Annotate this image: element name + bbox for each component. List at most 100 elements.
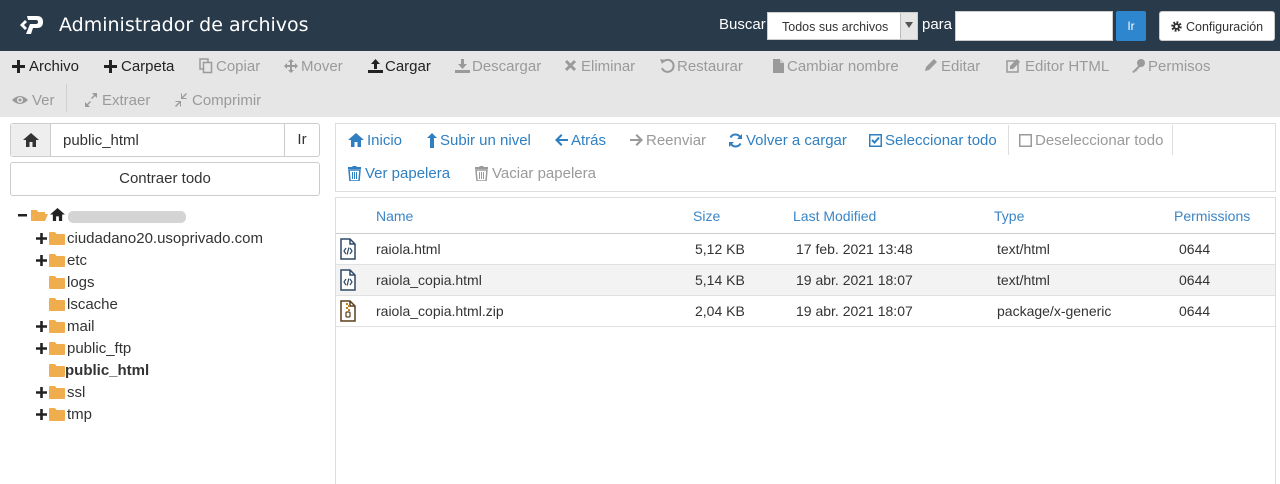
eye-icon bbox=[12, 96, 28, 104]
app-header: Administrador de archivos Buscar Todos s… bbox=[0, 0, 1280, 51]
cpanel-logo[interactable] bbox=[17, 13, 51, 37]
tree-item-ssl[interactable]: ssl bbox=[0, 382, 320, 402]
expand-icon bbox=[85, 93, 97, 107]
settings-label: Configuración bbox=[1186, 20, 1264, 34]
para-label: para bbox=[922, 16, 953, 33]
table-row[interactable]: raiola_copia.html 5,14 KB 19 abr. 2021 18:… bbox=[336, 265, 1275, 296]
level-up-icon bbox=[427, 133, 437, 148]
column-header-permissions[interactable]: Permissions bbox=[1174, 208, 1250, 224]
html-file-icon bbox=[340, 269, 356, 291]
column-header-type[interactable]: Type bbox=[994, 208, 1024, 224]
new-folder-label: Carpeta bbox=[121, 58, 175, 75]
column-header-name[interactable]: Name bbox=[376, 208, 413, 224]
nav-divider bbox=[1008, 125, 1009, 155]
tree-item-label: ssl bbox=[67, 384, 86, 401]
trash-icon bbox=[348, 166, 361, 181]
column-header-last-modified[interactable]: Last Modified bbox=[793, 208, 876, 224]
file-permissions: 0644 bbox=[1179, 241, 1211, 257]
plus-icon bbox=[12, 60, 25, 73]
back-label: Atrás bbox=[571, 132, 607, 149]
folder-icon bbox=[49, 298, 65, 311]
folder-icon bbox=[49, 276, 65, 289]
folder-icon bbox=[49, 408, 65, 421]
view-label: Ver bbox=[32, 92, 55, 109]
arrow-left-icon bbox=[555, 134, 568, 146]
file-type: text/html bbox=[997, 241, 1050, 257]
folder-icon bbox=[49, 254, 65, 267]
table-row[interactable]: raiola.html 5,12 KB 17 feb. 2021 13:48 text… bbox=[336, 234, 1275, 265]
tree-item-mail[interactable]: mail bbox=[0, 316, 320, 336]
tree-item-tmp[interactable]: tmp bbox=[0, 404, 320, 424]
search-go-button[interactable]: Ir bbox=[1116, 11, 1146, 41]
forward-label: Reenviar bbox=[646, 132, 707, 149]
undo-icon bbox=[660, 58, 675, 73]
search-scope-select[interactable]: Todos sus archivos bbox=[767, 12, 918, 40]
nav-divider bbox=[1172, 125, 1173, 155]
copy-icon bbox=[199, 58, 213, 74]
expand-plus-icon[interactable] bbox=[36, 343, 47, 354]
close-icon bbox=[564, 59, 577, 72]
plus-icon bbox=[104, 60, 117, 73]
column-header-size[interactable]: Size bbox=[693, 208, 720, 224]
tree-item-ciudadano20-usoprivado-com[interactable]: ciudadano20.usoprivado.com bbox=[0, 228, 320, 248]
html-file-icon bbox=[340, 238, 356, 260]
expand-plus-icon[interactable] bbox=[36, 233, 47, 244]
empty-trash-label: Vaciar papelera bbox=[492, 165, 596, 182]
key-icon bbox=[1132, 59, 1145, 73]
home-button[interactable] bbox=[11, 124, 51, 156]
search-label: Buscar bbox=[719, 16, 766, 33]
download-label: Descargar bbox=[472, 58, 542, 75]
search-input[interactable] bbox=[955, 11, 1113, 41]
deselect-all-label: Deseleccionar todo bbox=[1035, 132, 1164, 149]
delete-label: Eliminar bbox=[581, 58, 636, 75]
path-bar: public_html Ir bbox=[10, 123, 320, 157]
redacted-username bbox=[68, 211, 186, 223]
zip-file-icon bbox=[340, 300, 356, 322]
move-arrows-icon bbox=[284, 59, 298, 73]
compress-label: Comprimir bbox=[192, 92, 262, 109]
settings-button[interactable]: Configuración bbox=[1159, 11, 1275, 41]
pencil-icon bbox=[925, 59, 937, 71]
tree-item-logs[interactable]: logs bbox=[0, 272, 320, 292]
expand-plus-icon[interactable] bbox=[36, 409, 47, 420]
home-link-label: Inicio bbox=[367, 132, 403, 149]
refresh-icon bbox=[729, 133, 742, 148]
compress-icon bbox=[175, 93, 187, 107]
file-name: raiola.html bbox=[376, 241, 441, 257]
tree-item-etc[interactable]: etc bbox=[0, 250, 320, 270]
path-go-button[interactable]: Ir bbox=[284, 124, 319, 156]
reload-label: Volver a cargar bbox=[746, 132, 847, 149]
tree-item-label: etc bbox=[67, 252, 88, 269]
collapse-all-button[interactable]: Contraer todo bbox=[10, 162, 320, 196]
permissions-label: Permisos bbox=[1148, 58, 1211, 75]
expand-plus-icon[interactable] bbox=[36, 387, 47, 398]
folder-icon bbox=[49, 342, 65, 355]
gear-icon bbox=[1171, 21, 1182, 32]
file-size: 2,04 KB bbox=[695, 303, 745, 319]
move-label: Mover bbox=[301, 58, 343, 75]
tree-item-label: public_ftp bbox=[67, 340, 132, 357]
tree-item-public-html[interactable]: public_html bbox=[0, 360, 320, 380]
restore-label: Restaurar bbox=[677, 58, 743, 75]
chevron-down-icon bbox=[900, 13, 917, 39]
checkbox-checked-icon bbox=[869, 134, 882, 147]
select-all-label: Seleccionar todo bbox=[885, 132, 997, 149]
expand-plus-icon[interactable] bbox=[36, 255, 47, 266]
tree-item-lscache[interactable]: lscache bbox=[0, 294, 320, 314]
rename-label: Cambiar nombre bbox=[787, 58, 899, 75]
expand-plus-icon[interactable] bbox=[36, 321, 47, 332]
home-icon bbox=[50, 208, 65, 221]
upload-label: Cargar bbox=[385, 58, 431, 75]
tree-item-label: tmp bbox=[67, 406, 93, 423]
html-editor-label: Editor HTML bbox=[1025, 58, 1110, 75]
trash-icon bbox=[475, 166, 488, 181]
file-type: text/html bbox=[997, 272, 1050, 288]
file-last-modified: 19 abr. 2021 18:07 bbox=[796, 272, 913, 288]
app-title: Administrador de archivos bbox=[59, 14, 309, 36]
search-scope-value: Todos sus archivos bbox=[782, 20, 889, 34]
home-icon bbox=[23, 133, 39, 147]
path-input[interactable]: public_html bbox=[63, 132, 139, 149]
tree-item-public-ftp[interactable]: public_ftp bbox=[0, 338, 320, 358]
table-row[interactable]: raiola_copia.html.zip 2,04 KB 19 abr. 2021… bbox=[336, 296, 1275, 327]
edit-square-icon bbox=[1006, 59, 1020, 73]
